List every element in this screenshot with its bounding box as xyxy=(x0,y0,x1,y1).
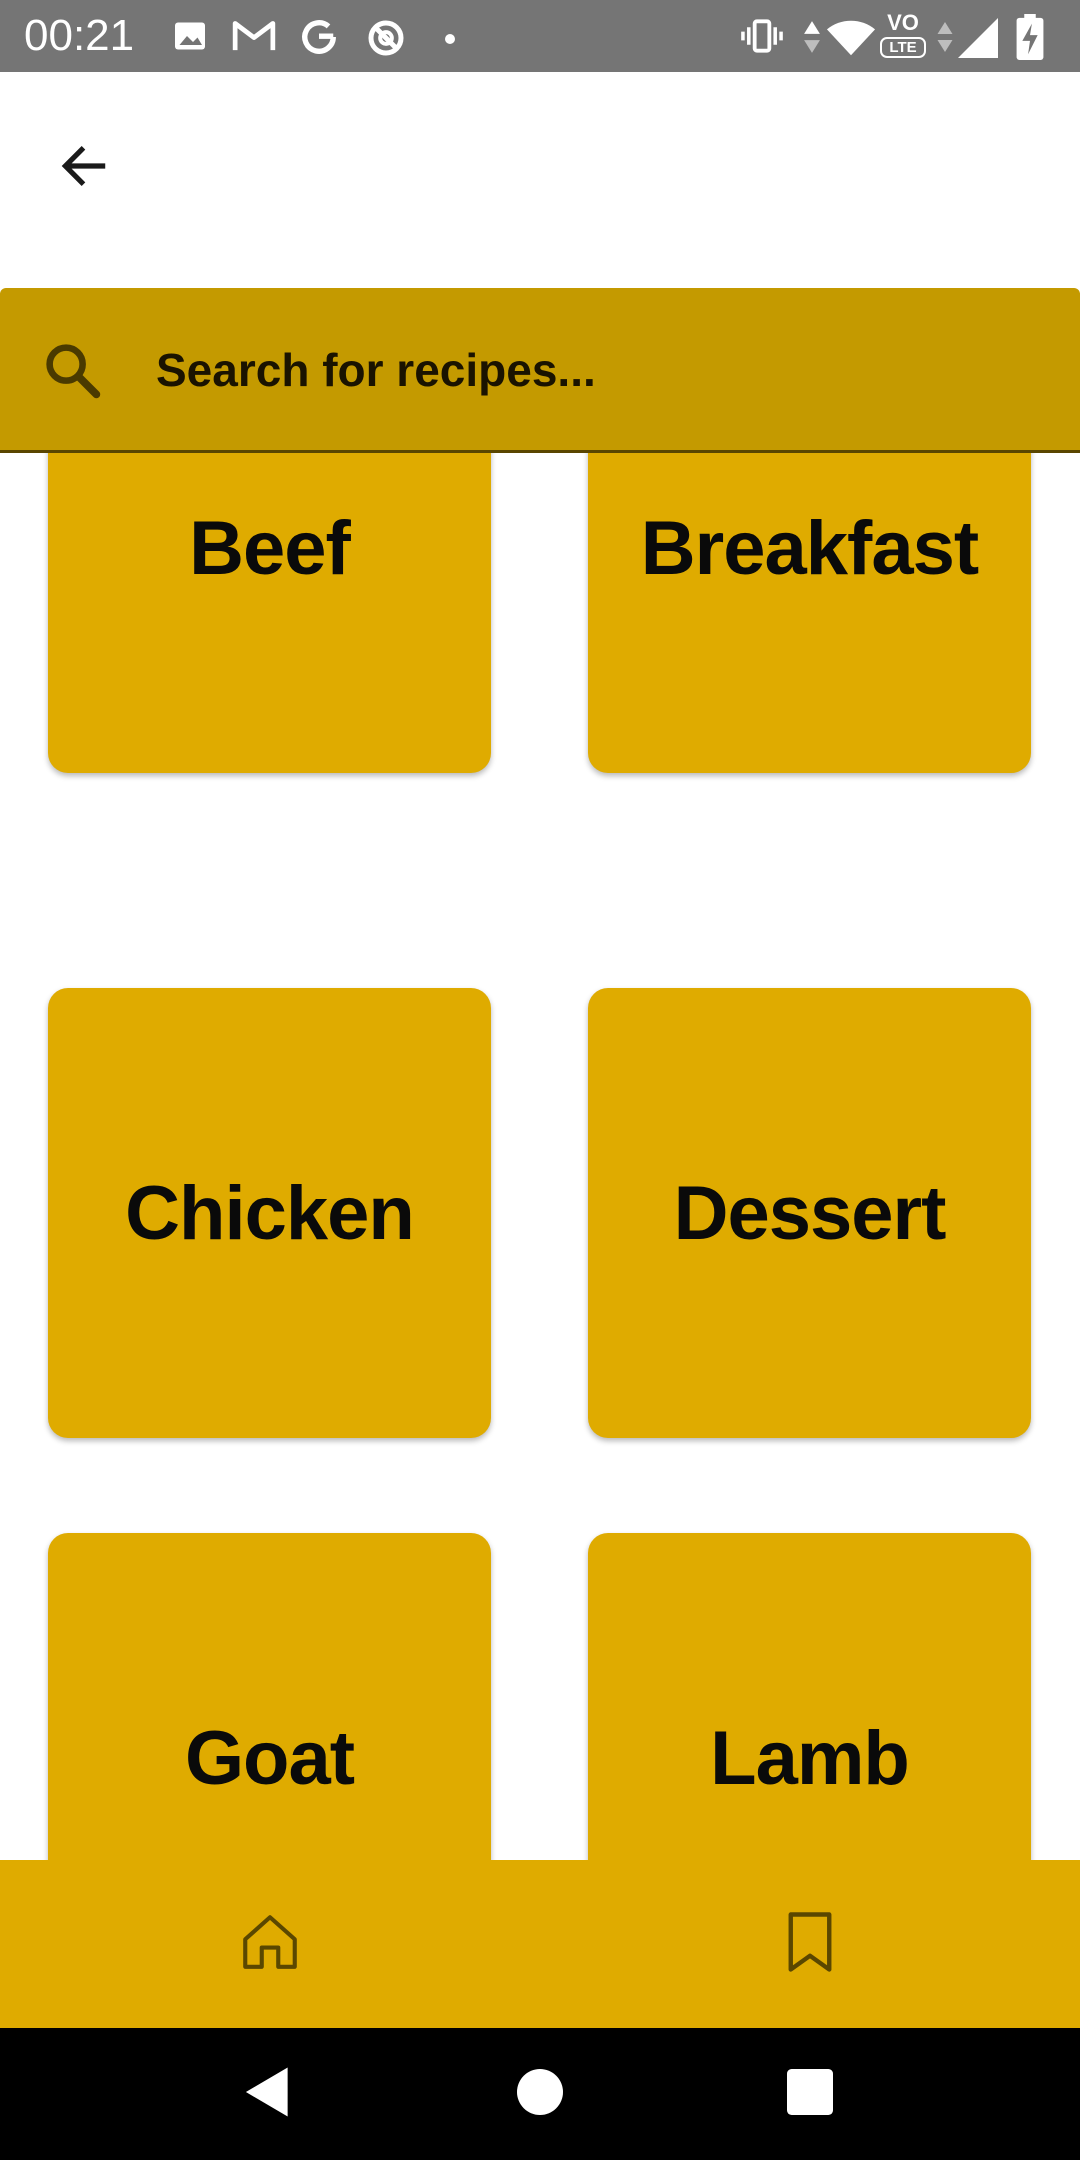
home-icon xyxy=(237,1907,303,1982)
nav-item-bookmarks[interactable] xyxy=(750,1890,870,1998)
battery-charging-icon xyxy=(1016,14,1044,65)
category-tile-beef[interactable]: Beef xyxy=(48,453,491,773)
vibrate-icon xyxy=(740,18,784,59)
category-label: Dessert xyxy=(673,1170,947,1256)
system-recents-button[interactable] xyxy=(770,2054,850,2134)
bottom-navigation xyxy=(0,1860,1080,2028)
signal-icon xyxy=(958,18,998,63)
category-tile-lamb[interactable]: Lamb xyxy=(588,1533,1031,1860)
category-label: Beef xyxy=(189,505,351,591)
recents-square-icon xyxy=(787,2068,833,2120)
status-bar: 00:21 VO LTE xyxy=(0,0,1080,72)
home-circle-icon xyxy=(517,2068,563,2120)
search-input[interactable] xyxy=(156,334,1036,406)
data-arrows-icon xyxy=(802,18,822,61)
volte-icon: VO LTE xyxy=(880,12,926,62)
data-saver-icon xyxy=(366,18,406,63)
image-icon xyxy=(172,18,208,59)
gmail-icon xyxy=(232,18,276,59)
google-icon xyxy=(300,18,338,61)
category-label: Breakfast xyxy=(640,505,979,591)
category-tile-chicken[interactable]: Chicken xyxy=(48,988,491,1438)
app-bar xyxy=(0,72,1080,288)
category-label: Chicken xyxy=(125,1170,415,1256)
category-label: Lamb xyxy=(710,1715,910,1801)
search-bar xyxy=(0,288,1080,453)
screen: 00:21 VO LTE Search for recipes... Beef … xyxy=(0,0,1080,2160)
category-tile-breakfast[interactable]: Breakfast xyxy=(588,453,1031,773)
wifi-icon xyxy=(826,18,876,63)
lte-label: LTE xyxy=(880,37,926,58)
category-grid[interactable]: Beef Breakfast Chicken Dessert Goat Lamb xyxy=(0,453,1080,1860)
back-button[interactable] xyxy=(40,124,128,212)
volte-label: VO xyxy=(887,10,919,35)
back-triangle-icon xyxy=(243,2065,293,2124)
data-arrows-icon-2 xyxy=(936,18,954,61)
status-time: 00:21 xyxy=(24,11,135,60)
system-home-button[interactable] xyxy=(500,2054,580,2134)
search-icon[interactable] xyxy=(40,338,106,404)
category-label: Goat xyxy=(184,1715,355,1801)
dot-icon xyxy=(444,32,456,50)
system-back-button[interactable] xyxy=(228,2054,308,2134)
bookmark-icon xyxy=(782,1909,838,1980)
arrow-back-icon xyxy=(56,138,112,199)
system-navigation-bar xyxy=(0,2028,1080,2160)
category-tile-dessert[interactable]: Dessert xyxy=(588,988,1031,1438)
category-tile-goat[interactable]: Goat xyxy=(48,1533,491,1860)
nav-item-home[interactable] xyxy=(210,1890,330,1998)
